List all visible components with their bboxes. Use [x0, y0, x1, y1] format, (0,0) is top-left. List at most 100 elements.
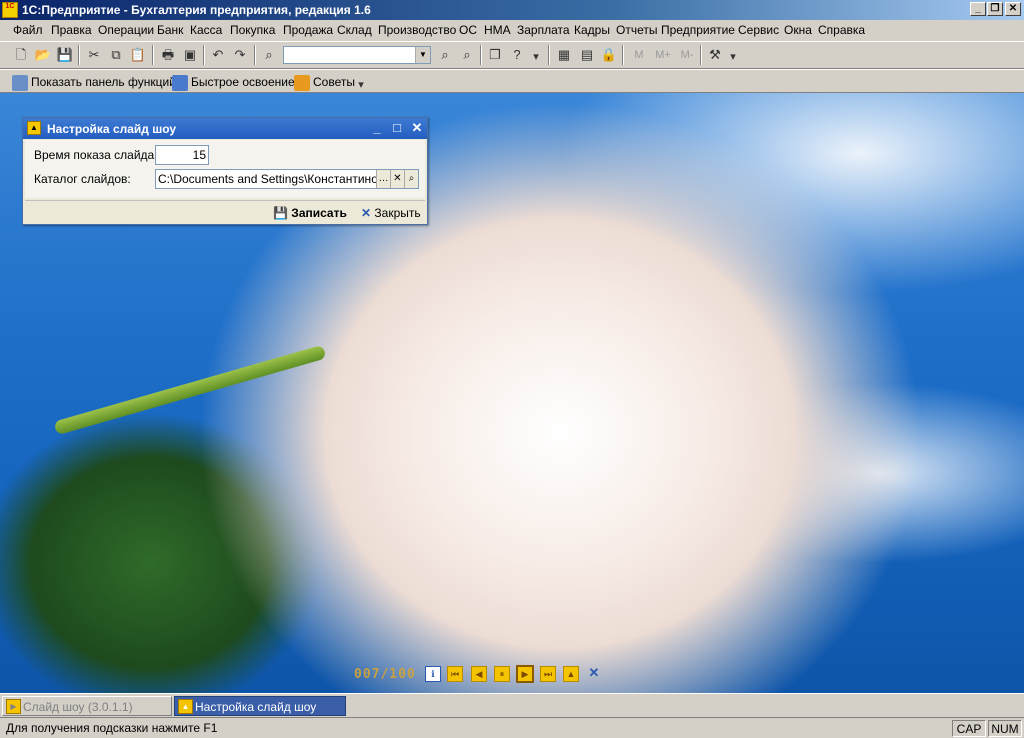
stop-icon[interactable]: ✕ — [586, 666, 602, 682]
menu-help[interactable]: Справка — [818, 23, 865, 37]
calendar-icon[interactable]: ▤ — [578, 46, 596, 64]
open-icon[interactable]: 📂 — [34, 46, 52, 64]
menu-service[interactable]: Сервис — [738, 23, 779, 37]
toolbar-separator — [548, 45, 550, 65]
show-functions-panel-button[interactable]: Показать панель функций — [12, 73, 176, 91]
close-dialog-button[interactable]: ✕ Закрыть — [361, 204, 421, 222]
menu-bank[interactable]: Банк — [157, 23, 183, 37]
tips-icon — [294, 74, 310, 91]
menu-production[interactable]: Производство — [378, 23, 456, 37]
windows-icon[interactable]: ❐ — [486, 46, 504, 64]
num-lock-indicator: NUM — [988, 720, 1022, 737]
lock-icon[interactable]: 🔒 — [600, 46, 618, 64]
save-icon[interactable]: 💾 — [56, 46, 74, 64]
chevron-down-icon[interactable]: ▾ — [724, 48, 742, 66]
dialog-minimize-button[interactable]: _ — [369, 121, 385, 136]
folder-label: Каталог слайдов: — [34, 172, 131, 186]
slideshow-settings-dialog: ▲ Настройка слайд шоу _ □ ✕ Время показа… — [22, 117, 428, 225]
menu-warehouse[interactable]: Склад — [337, 23, 372, 37]
menu-operations[interactable]: Операции — [98, 23, 154, 37]
dialog-close-button[interactable]: ✕ — [409, 121, 425, 136]
dialog-footer: 💾 Записать ✕ Закрыть — [25, 200, 425, 223]
menu-purchase[interactable]: Покупка — [230, 23, 275, 37]
task-settings-label: Настройка слайд шоу — [195, 700, 317, 714]
first-slide-button[interactable]: ⏮ — [447, 666, 463, 682]
folder-value: C:\Documents and Settings\Константинов.И — [158, 172, 376, 186]
browse-button[interactable]: … — [376, 170, 390, 188]
tips-button[interactable]: Советы — [294, 73, 355, 91]
close-icon: ✕ — [361, 206, 372, 220]
memory-minus-icon[interactable]: M- — [676, 46, 698, 64]
slide-counter: 007/100 — [354, 667, 416, 682]
last-slide-button[interactable]: ⏭ — [540, 666, 556, 682]
copy-icon[interactable]: ⧉ — [107, 46, 125, 64]
memory-icon[interactable]: M — [630, 46, 648, 64]
close-label: Закрыть — [374, 206, 421, 220]
menu-enterprise[interactable]: Предприятие — [661, 23, 735, 37]
find-next-icon[interactable]: ⌕ — [436, 46, 454, 64]
task-settings[interactable]: ▲ Настройка слайд шоу — [174, 696, 346, 716]
quick-learn-button[interactable]: Быстрое освоение — [172, 73, 295, 91]
task-slideshow[interactable]: ▶ Слайд шоу (3.0.1.1) — [2, 696, 172, 716]
prev-slide-button[interactable]: ◀ — [471, 666, 487, 682]
help-icon[interactable]: ? — [508, 46, 526, 64]
dialog-title-bar[interactable]: ▲ Настройка слайд шоу _ □ ✕ — [23, 118, 427, 139]
toolbar-separator — [78, 45, 80, 65]
menu-reports[interactable]: Отчеты — [616, 23, 657, 37]
minimize-button[interactable]: _ — [970, 2, 986, 16]
save-button[interactable]: 💾 Записать — [273, 204, 347, 222]
dialog-maximize-button[interactable]: □ — [389, 121, 405, 136]
clear-icon[interactable]: ✕ — [390, 170, 404, 188]
window-taskbar: ▶ Слайд шоу (3.0.1.1) ▲ Настройка слайд … — [0, 693, 1024, 717]
dialog-title: Настройка слайд шоу — [47, 122, 177, 136]
find-icon[interactable]: ⌕ — [260, 46, 278, 64]
interval-input[interactable]: 15 — [155, 145, 209, 165]
calculator-icon[interactable]: ▦ — [555, 46, 573, 64]
app-title-bar[interactable]: 1С 1С:Предприятие - Бухгалтерия предприя… — [0, 0, 1024, 20]
maximize-button[interactable]: ❐ — [987, 2, 1003, 16]
standard-toolbar: 🗋 📂 💾 ✂ ⧉ 📋 🖶 ▣ ↶ ↷ ⌕ ▼ ⌕ ⌕ ❐ ? ▾ ▦ ▤ 🔒 … — [0, 41, 1024, 69]
show-functions-panel-label: Показать панель функций — [31, 75, 176, 89]
task-icon: ▶ — [6, 699, 21, 714]
task-slideshow-label: Слайд шоу (3.0.1.1) — [23, 700, 133, 714]
save-label: Записать — [291, 206, 347, 220]
close-button[interactable]: ✕ — [1005, 2, 1021, 16]
memory-plus-icon[interactable]: M+ — [652, 46, 674, 64]
redo-icon[interactable]: ↷ — [231, 46, 249, 64]
chevron-down-icon[interactable]: ▾ — [352, 76, 370, 94]
menu-windows[interactable]: Окна — [784, 23, 812, 37]
menu-edit[interactable]: Правка — [51, 23, 92, 37]
pause-button[interactable]: ⏸ — [494, 666, 510, 682]
search-icon[interactable]: ⌕ — [404, 170, 418, 188]
toolbar-separator — [152, 45, 154, 65]
find-prev-icon[interactable]: ⌕ — [458, 46, 476, 64]
info-icon[interactable]: ℹ — [425, 666, 441, 682]
rose-stem — [53, 344, 327, 436]
undo-icon[interactable]: ↶ — [209, 46, 227, 64]
chevron-down-icon[interactable]: ▼ — [415, 47, 430, 63]
quick-learn-label: Быстрое освоение — [191, 75, 295, 89]
search-combo[interactable]: ▼ — [283, 46, 431, 64]
tools-icon[interactable]: ⚒ — [706, 46, 724, 64]
task-icon: ▲ — [178, 699, 193, 714]
menu-os[interactable]: ОС — [459, 23, 477, 37]
save-icon: 💾 — [273, 206, 288, 220]
menu-salary[interactable]: Зарплата — [517, 23, 570, 37]
new-icon[interactable]: 🗋 — [12, 46, 30, 64]
chevron-down-icon[interactable]: ▾ — [527, 48, 545, 66]
settings-button[interactable]: ▲ — [563, 666, 579, 682]
menu-staff[interactable]: Кадры — [574, 23, 610, 37]
cut-icon[interactable]: ✂ — [85, 46, 103, 64]
status-hint: Для получения подсказки нажмите F1 — [6, 721, 218, 735]
interval-label: Время показа слайда: — [34, 148, 158, 162]
paste-icon[interactable]: 📋 — [129, 46, 147, 64]
toolbar-separator — [700, 45, 702, 65]
play-button[interactable]: ▶ — [516, 665, 534, 683]
folder-input[interactable]: C:\Documents and Settings\Константинов.И… — [155, 169, 419, 189]
menu-sales[interactable]: Продажа — [283, 23, 333, 37]
menu-nma[interactable]: НМА — [484, 23, 511, 37]
menu-file[interactable]: Файл — [13, 23, 43, 37]
print-icon[interactable]: 🖶 — [159, 46, 177, 64]
preview-icon[interactable]: ▣ — [181, 46, 199, 64]
menu-cash[interactable]: Касса — [190, 23, 222, 37]
